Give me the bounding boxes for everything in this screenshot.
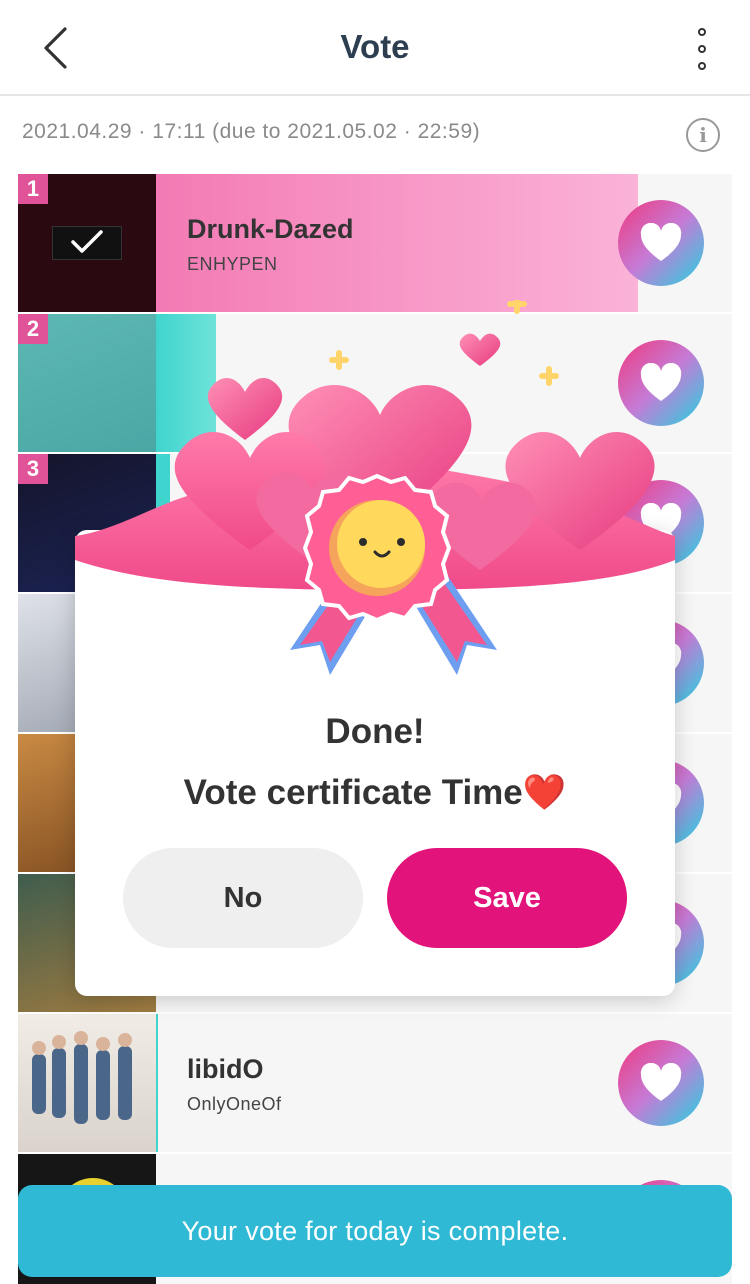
save-button[interactable]: Save xyxy=(387,848,627,948)
no-button[interactable]: No xyxy=(123,848,363,948)
toast-message: Your vote for today is complete. xyxy=(18,1185,732,1277)
dialog-subtitle: Vote certificate Time❤️ xyxy=(183,773,567,812)
dialog-title: Done! xyxy=(325,712,425,751)
